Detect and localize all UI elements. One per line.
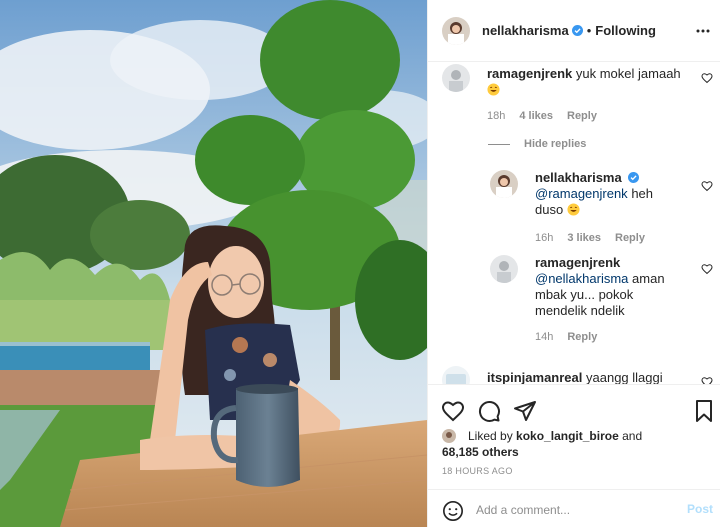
laughing-emoji-icon — [487, 83, 500, 96]
reply-time[interactable]: 14h — [535, 331, 553, 343]
post-photo[interactable] — [0, 0, 427, 527]
share-icon[interactable] — [513, 399, 537, 423]
comment-likes[interactable]: 4 likes — [519, 110, 553, 122]
liked-by-prefix: Liked by — [468, 429, 513, 443]
heart-icon[interactable] — [701, 376, 713, 384]
bookmark-icon[interactable] — [692, 399, 716, 423]
reply-body-line2: mbak yu... pokok — [535, 287, 634, 302]
post-image — [0, 0, 427, 527]
likes-count[interactable]: 68,185 others — [442, 444, 519, 460]
comment-time[interactable]: 18h — [487, 110, 505, 122]
reply-likes[interactable]: 3 likes — [567, 232, 601, 244]
reply-mention[interactable]: @ramagenjrenk — [535, 186, 628, 201]
emoji-icon[interactable] — [442, 500, 464, 522]
reply-item: ramagenjrenk @nellakharisma aman mbak yu… — [490, 255, 713, 345]
liked-by-user[interactable]: koko_langit_biroe — [516, 429, 619, 443]
comment-input[interactable] — [476, 500, 676, 520]
heart-icon[interactable] — [701, 263, 713, 275]
separator-dot: • — [586, 23, 592, 38]
liked-by-text: Liked by koko_langit_biroe and — [468, 428, 642, 444]
heart-icon[interactable] — [441, 399, 465, 423]
comment-item: ramagenjrenk yuk mokel jamaah 18h 4 like… — [442, 64, 713, 134]
reply-body: heh — [631, 186, 654, 201]
reply-meta: 14h Reply — [535, 331, 597, 343]
commenter-avatar[interactable] — [442, 64, 470, 92]
reply-button[interactable]: Reply — [567, 331, 597, 343]
reply-button[interactable]: Reply — [615, 232, 645, 244]
reply-body-line2: duso — [535, 202, 564, 217]
comment-body: yaangg llaggi — [586, 370, 663, 384]
reply-body-line3: mendelik ndelik — [535, 303, 625, 318]
comment-username[interactable]: itspinjamanreal — [487, 370, 582, 384]
reply-mention[interactable]: @nellakharisma — [535, 271, 628, 286]
reply-username[interactable]: ramagenjrenk — [535, 255, 620, 270]
comment-icon[interactable] — [477, 399, 501, 423]
author-avatar[interactable] — [442, 16, 470, 45]
comment-username[interactable]: ramagenjrenk — [487, 66, 572, 81]
laughing-emoji-icon — [567, 203, 580, 216]
liked-by-connector: and — [622, 429, 643, 443]
reply-username[interactable]: nellakharisma — [535, 170, 622, 185]
divider — [488, 143, 510, 145]
verified-badge-icon — [571, 25, 583, 36]
comment-item: itspinjamanreal yaangg llaggi — [442, 366, 713, 384]
heart-icon[interactable] — [701, 180, 713, 192]
reply-text: nellakharisma @ramagenjrenk heh duso — [535, 170, 695, 218]
comment-text: ramagenjrenk yuk mokel jamaah — [487, 66, 687, 98]
comment-body: yuk mokel jamaah — [575, 66, 681, 81]
reply-item: nellakharisma @ramagenjrenk heh duso 16h… — [490, 170, 713, 250]
comment-meta: 18h 4 likes Reply — [487, 110, 597, 122]
hide-replies-button[interactable]: Hide replies — [488, 138, 586, 150]
liker-avatar[interactable] — [442, 429, 456, 443]
author-username[interactable]: nellakharisma — [482, 23, 569, 38]
comment-text: itspinjamanreal yaangg llaggi — [487, 370, 697, 384]
hide-replies-label: Hide replies — [524, 138, 587, 150]
reply-time[interactable]: 16h — [535, 232, 553, 244]
comments-list[interactable]: ramagenjrenk yuk mokel jamaah 18h 4 like… — [428, 62, 720, 384]
post-detail-panel: nellakharisma • Following ramagenjrenk y… — [427, 0, 720, 527]
following-button[interactable]: Following — [595, 23, 656, 38]
add-comment-bar: Post — [428, 489, 720, 527]
reply-button[interactable]: Reply — [567, 110, 597, 122]
heart-icon[interactable] — [701, 72, 713, 84]
more-horizontal-icon[interactable] — [695, 23, 711, 39]
post-header: nellakharisma • Following — [428, 0, 720, 62]
verified-badge-icon — [628, 172, 640, 183]
reply-meta: 16h 3 likes Reply — [535, 232, 645, 244]
reply-avatar[interactable] — [490, 170, 518, 198]
post-button[interactable]: Post — [687, 502, 713, 516]
post-timestamp[interactable]: 18 HOURS AGO — [442, 466, 513, 476]
reply-avatar[interactable] — [490, 255, 518, 283]
commenter-avatar[interactable] — [442, 366, 470, 384]
reply-text: ramagenjrenk @nellakharisma aman mbak yu… — [535, 255, 700, 319]
reply-body: aman — [632, 271, 665, 286]
